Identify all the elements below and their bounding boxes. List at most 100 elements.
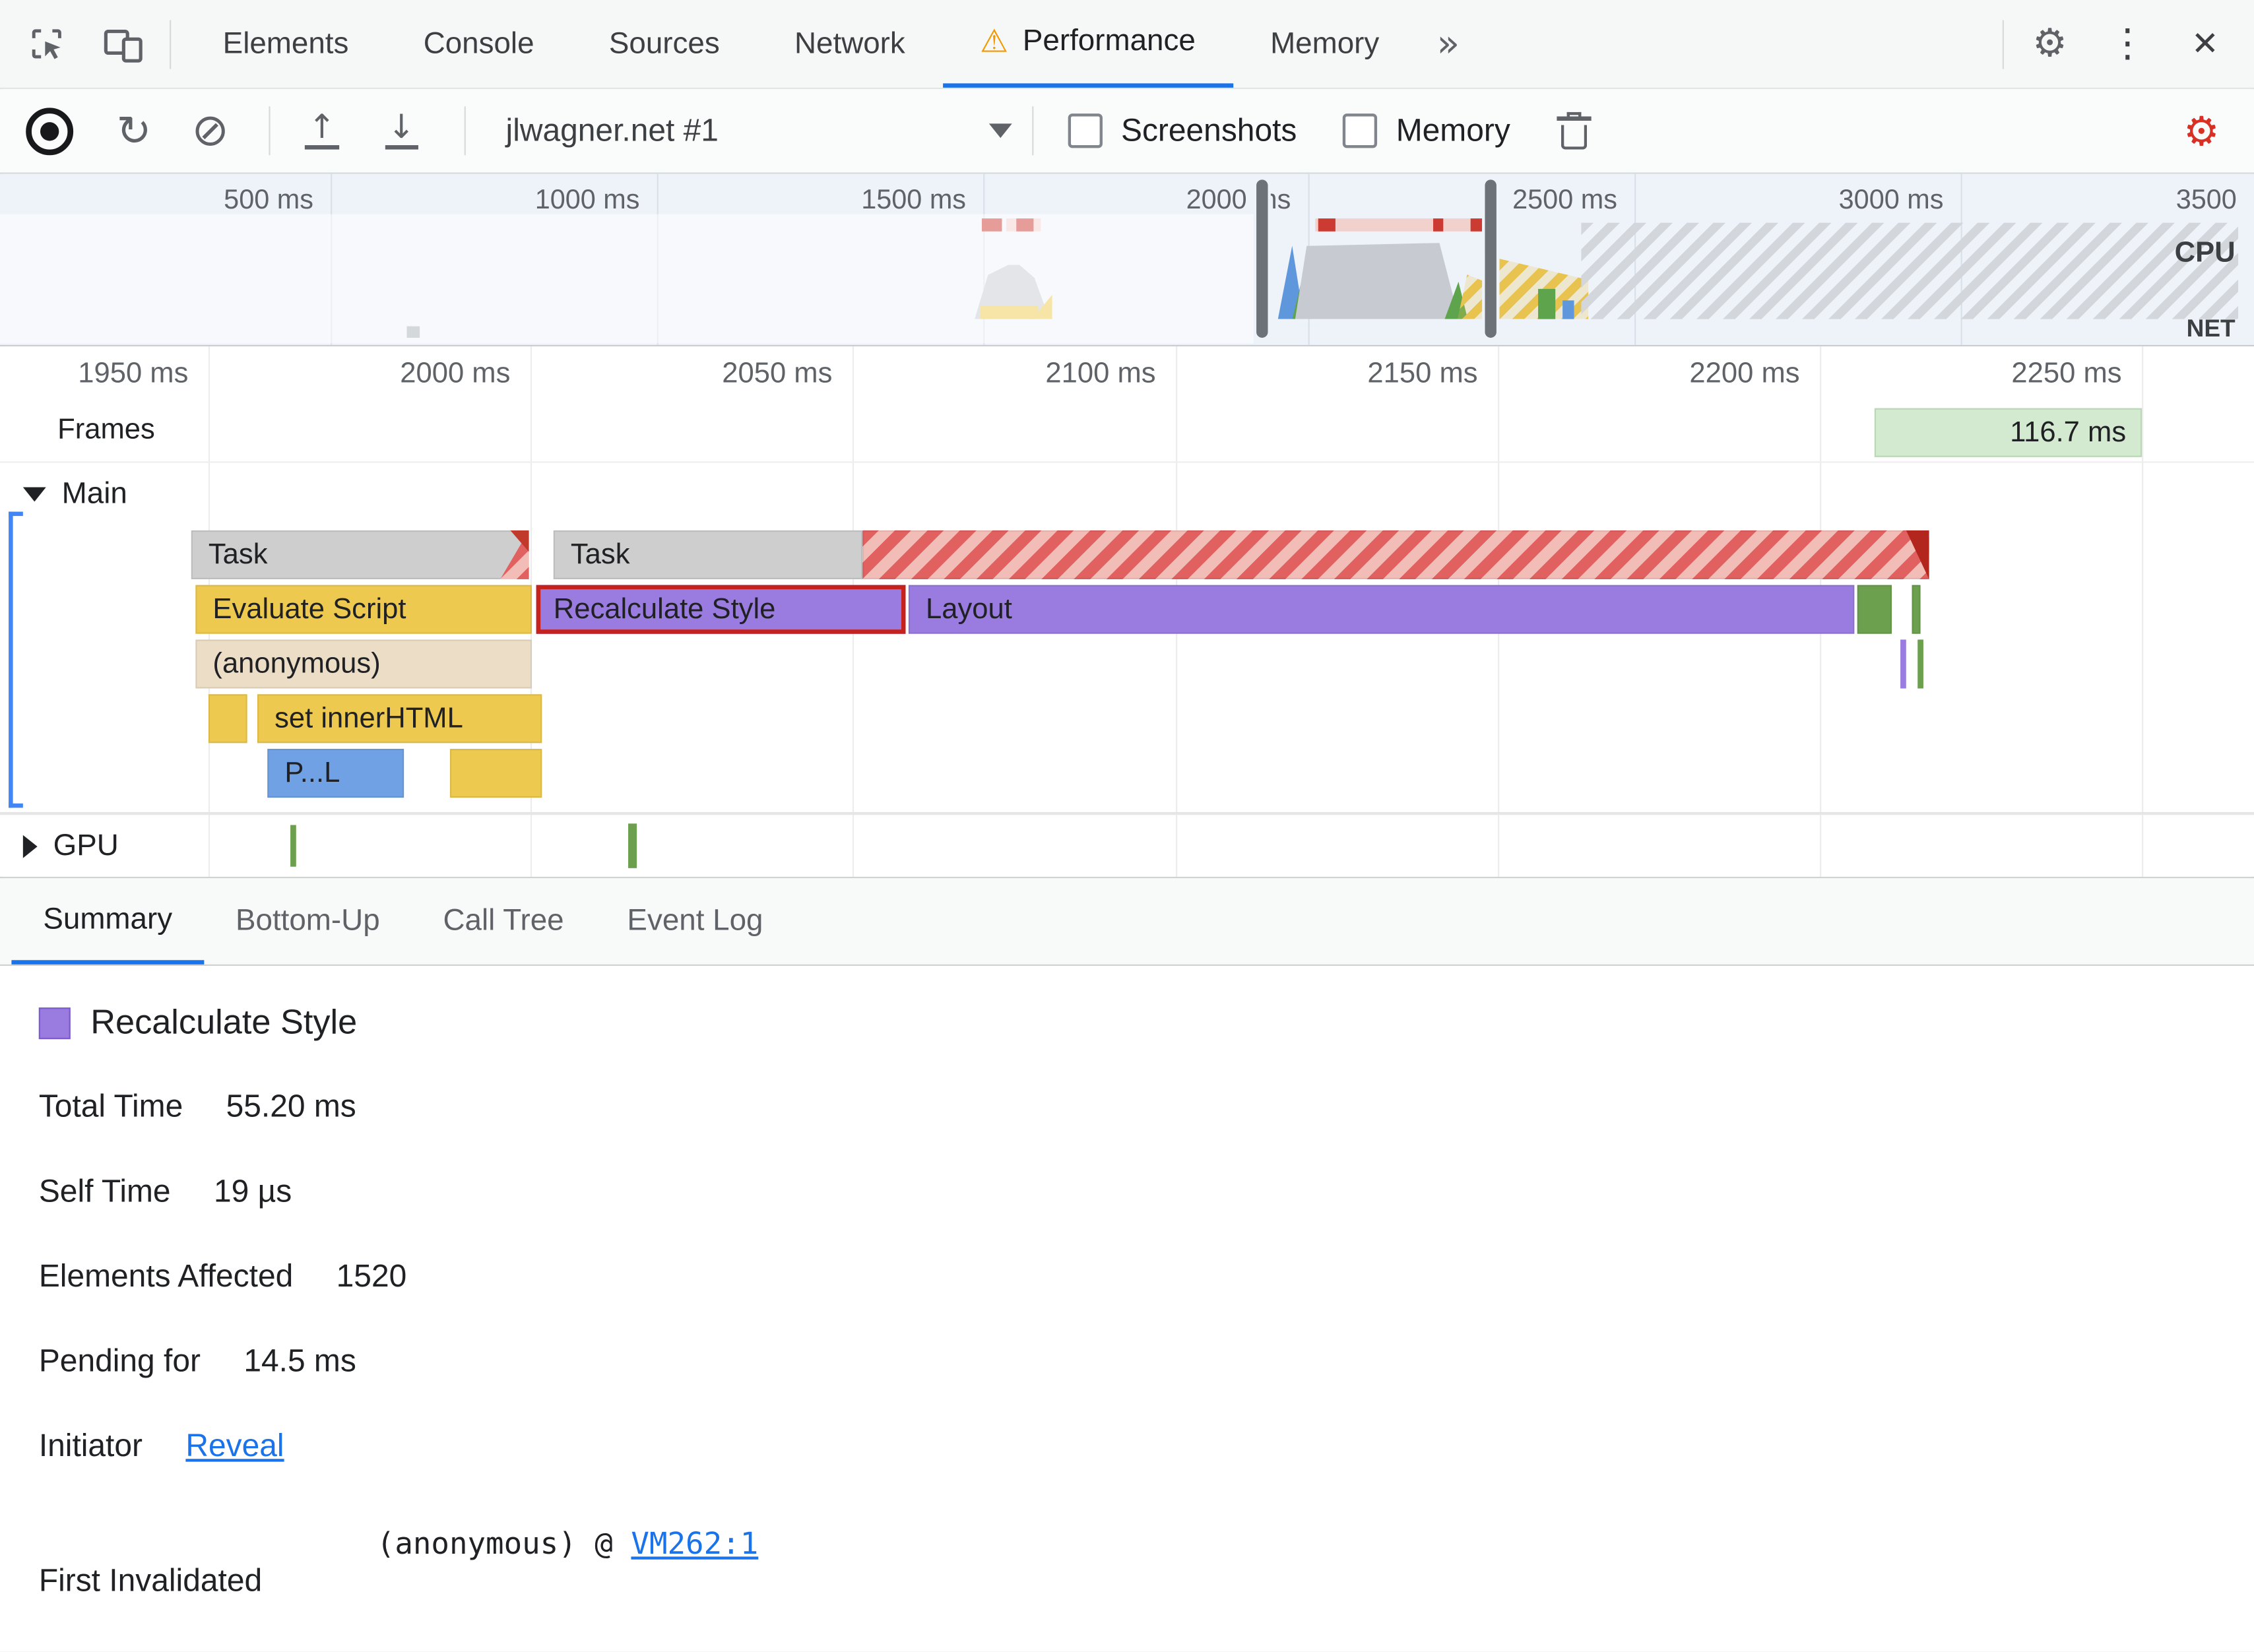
screenshots-label: Screenshots — [1120, 111, 1297, 148]
detail-tick: 2100 ms — [1045, 358, 1156, 390]
first-invalidated-frame: (anonymous) @ — [376, 1526, 631, 1561]
overview-tick: 3000 ms — [1838, 185, 1944, 216]
settings-gear-icon[interactable]: ⚙ — [2018, 13, 2082, 76]
summary-title: Recalculate Style — [90, 1003, 358, 1042]
tab-sources[interactable]: Sources — [571, 0, 757, 88]
toolbar-separator — [1031, 106, 1034, 156]
flame-bar-script-small[interactable] — [208, 694, 247, 744]
expand-triangle-icon — [22, 835, 38, 858]
summary-row-label: Self Time — [38, 1172, 171, 1209]
long-task-stripes — [862, 530, 1929, 579]
toolbar-separator — [464, 106, 466, 156]
detail-tick: 2000 ms — [400, 358, 511, 390]
tabbar-left-icons — [0, 0, 185, 88]
selection-handle-left[interactable] — [1253, 176, 1271, 341]
flame-bar-paint[interactable] — [1857, 585, 1892, 634]
flame-bar-paint-small[interactable] — [1912, 585, 1921, 634]
flame-bar-evaluate-script[interactable]: Evaluate Script — [195, 585, 532, 634]
details-tabbar: Summary Bottom-Up Call Tree Event Log — [0, 876, 2254, 966]
detail-tick: 2200 ms — [1689, 358, 1800, 390]
main-track-header[interactable]: Main — [22, 477, 127, 511]
flame-bar-label: Recalculate Style — [553, 593, 776, 625]
cpu-activity-shape — [1562, 300, 1574, 319]
tabbar-separator — [170, 19, 172, 69]
flame-bar-label: set innerHTML — [274, 703, 463, 735]
warning-icon: ⚠ — [980, 23, 1009, 60]
tab-memory[interactable]: Memory — [1233, 0, 1417, 88]
gpu-track: GPU — [0, 811, 2254, 878]
inspect-element-icon[interactable] — [15, 13, 78, 76]
summary-row-initiator: Initiator Reveal — [39, 1427, 284, 1465]
first-invalidated-label: First Invalidated — [38, 1562, 263, 1599]
record-button[interactable] — [26, 107, 74, 155]
tab-summary[interactable]: Summary — [11, 878, 205, 965]
timeline-overview[interactable]: 500 ms 1000 ms 1500 ms 2000 ms 2500 ms 3… — [0, 174, 2254, 347]
tabbar-separator — [2002, 19, 2004, 69]
net-label: NET — [2186, 315, 2236, 342]
flame-bar-script-small-2[interactable] — [449, 749, 542, 798]
flame-bar-style-sliver[interactable] — [1900, 639, 1906, 689]
tab-event-log[interactable]: Event Log — [596, 878, 795, 965]
main-track-label: Main — [61, 477, 127, 511]
summary-row: Total Time 55.20 ms — [39, 1088, 356, 1126]
gpu-activity-bar — [290, 825, 296, 867]
overview-tick: 3500 — [2175, 185, 2237, 216]
summary-row-value: 55.20 ms — [226, 1088, 356, 1124]
trash-body — [1561, 124, 1587, 149]
summary-row: Self Time 19 µs — [39, 1173, 292, 1211]
tab-console[interactable]: Console — [386, 0, 571, 88]
memory-checkbox[interactable] — [1343, 113, 1378, 148]
overview-tick: 1500 ms — [861, 185, 966, 216]
flame-bar-set-innerhtml[interactable]: set innerHTML — [257, 694, 542, 744]
frames-track-label[interactable]: Frames — [57, 414, 155, 447]
flame-bar-label: Task — [208, 538, 268, 571]
selection-handle-right[interactable] — [1482, 176, 1500, 341]
tab-bottom-up[interactable]: Bottom-Up — [204, 878, 412, 965]
tab-network-label: Network — [794, 26, 905, 60]
flame-bar-label: (anonymous) — [212, 648, 381, 680]
gpu-track-header[interactable]: GPU — [22, 829, 119, 864]
summary-row-label: Pending for — [38, 1342, 201, 1379]
reload-and-record-icon[interactable]: ↻ — [116, 110, 151, 152]
flame-bar-task[interactable]: Task — [191, 530, 529, 579]
summary-row-value: 14.5 ms — [243, 1342, 356, 1379]
frame-duration-chip[interactable]: 116.7 ms — [1874, 408, 2142, 457]
flame-bar-task-long[interactable]: Task — [553, 530, 1929, 579]
detail-tick: 2250 ms — [2011, 358, 2122, 390]
clear-recordings-icon[interactable]: ⊘ — [191, 108, 229, 153]
close-icon[interactable]: ✕ — [2174, 13, 2237, 76]
more-tabs-button[interactable]: » — [1417, 0, 1480, 88]
flame-bar-anonymous[interactable]: (anonymous) — [195, 639, 532, 689]
tab-performance[interactable]: ⚠ Performance — [942, 0, 1233, 88]
save-profile-icon[interactable]: ↓ — [384, 111, 418, 150]
load-profile-icon[interactable]: ↑ — [305, 111, 339, 150]
capture-settings-gear-icon[interactable]: ⚙ — [2183, 107, 2228, 154]
overview-dim-overlay — [0, 214, 1254, 344]
trash-icon[interactable] — [1556, 111, 1591, 150]
toolbar-separator — [269, 106, 271, 156]
tab-call-tree-label: Call Tree — [443, 904, 564, 937]
screenshots-checkbox[interactable] — [1068, 113, 1103, 148]
performance-toolbar: ↻ ⊘ ↑ ↓ jlwagner.net #1 Screenshots Memo… — [0, 89, 2254, 174]
profile-select-label: jlwagner.net #1 — [505, 111, 719, 148]
summary-row-label: Total Time — [38, 1088, 183, 1124]
tab-network[interactable]: Network — [757, 0, 942, 88]
tab-call-tree[interactable]: Call Tree — [412, 878, 596, 965]
kebab-menu-icon[interactable]: ⋮ — [2096, 13, 2159, 76]
device-toolbar-icon[interactable] — [92, 13, 155, 76]
tab-performance-label: Performance — [1022, 24, 1196, 58]
reveal-link[interactable]: Reveal — [185, 1427, 284, 1465]
overview-tick: 1000 ms — [534, 185, 640, 216]
flame-bar-recalculate-style-selected[interactable]: Recalculate Style — [536, 585, 906, 634]
chevron-down-icon — [988, 123, 1012, 139]
tab-elements[interactable]: Elements — [185, 0, 386, 88]
flame-bar-parse-html[interactable]: P...L — [267, 749, 404, 798]
source-location-link[interactable]: VM262:1 — [631, 1527, 758, 1561]
long-task-marker — [1318, 218, 1336, 232]
gpu-track-label: GPU — [53, 829, 119, 863]
summary-row: Pending for 14.5 ms — [39, 1343, 356, 1380]
flame-bar-paint-sliver[interactable] — [1917, 639, 1923, 689]
flame-bar-layout[interactable]: Layout — [908, 585, 1855, 634]
profile-select[interactable]: jlwagner.net #1 — [506, 112, 1012, 150]
track-selection-bracket — [9, 511, 23, 808]
